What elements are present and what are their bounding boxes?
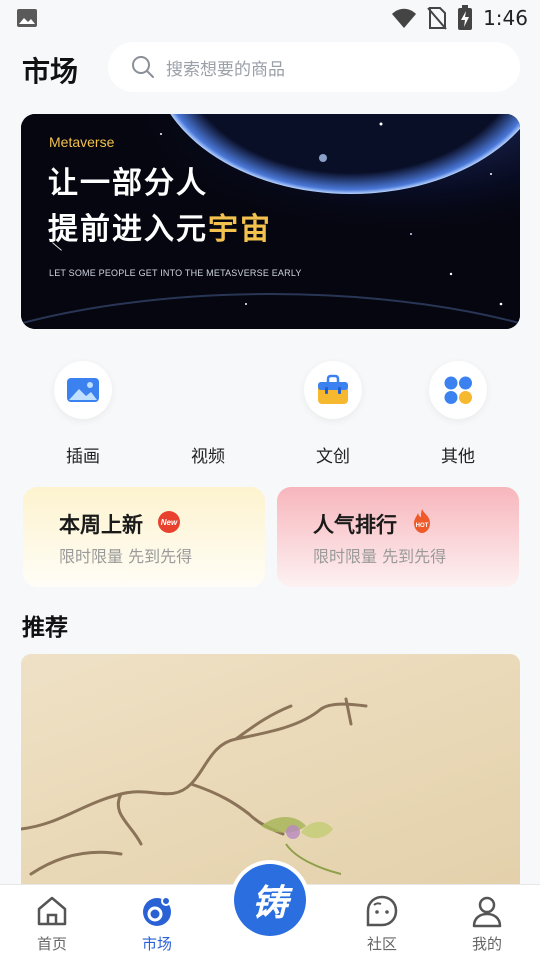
wifi-icon — [392, 8, 417, 28]
battery-charging-icon — [458, 5, 473, 30]
new-this-week-card[interactable]: 本周上新 New 限时限量 先到先得 — [23, 487, 265, 587]
category-icon-circle — [429, 361, 487, 419]
banner-headline-2-text: 提前进入元 — [48, 212, 208, 247]
picture-icon — [67, 378, 99, 402]
market-icon — [143, 896, 171, 926]
banner-headline-2: 提前进入元宇宙 — [48, 204, 272, 248]
new-badge-text: New — [161, 518, 178, 527]
no-sim-icon — [427, 7, 447, 30]
category-other[interactable]: 其他 — [418, 358, 498, 468]
mint-button-label: 铸 — [251, 883, 288, 924]
popularity-ranking-card[interactable]: 人气排行 HOT 限时限量 先到先得 — [277, 487, 519, 587]
search-input[interactable]: 搜索想要的商品 — [166, 55, 285, 80]
category-label: 其他 — [441, 447, 475, 467]
promo-subtitle: 限时限量 先到先得 — [313, 547, 447, 566]
mint-button-circle: 铸 — [234, 864, 306, 936]
promo-banner[interactable]: Metaverse 让一部分人 提前进入元宇宙 LET SOME PEOPLE … — [21, 114, 520, 329]
gallery-notification-icon — [17, 9, 37, 27]
artwork-branch-illustration — [21, 697, 368, 876]
category-label: 文创 — [316, 447, 350, 467]
category-icon-circle — [304, 361, 362, 419]
tab-profile[interactable]: 我的 — [447, 885, 527, 960]
promo-subtitle: 限时限量 先到先得 — [59, 547, 193, 566]
category-creative[interactable]: 文创 — [293, 358, 373, 468]
recommend-section-title: 推荐 — [22, 615, 68, 641]
search-icon — [132, 56, 154, 78]
status-bar: 1:46 — [0, 0, 540, 36]
hot-badge-text: HOT — [416, 523, 429, 529]
new-badge-icon: New — [158, 511, 180, 533]
market-page: 1:46 市场 搜索想要的商品 Metaverse 让一部分人 提前进入元宇宙 … — [0, 0, 540, 960]
header: 市场 搜索想要的商品 — [0, 40, 540, 96]
category-illustration[interactable]: 插画 — [43, 358, 123, 468]
tab-market[interactable]: 市场 — [117, 885, 197, 960]
community-icon — [366, 895, 398, 927]
page-title: 市场 — [22, 55, 79, 88]
home-icon — [37, 896, 67, 926]
search-bar[interactable]: 搜索想要的商品 — [108, 42, 520, 92]
category-label: 视频 — [191, 447, 225, 467]
category-row: 插画 视频 文创 其他 — [0, 358, 540, 468]
promo-title: 本周上新 — [59, 513, 143, 537]
category-label: 插画 — [66, 447, 100, 467]
clock: 1:46 — [483, 6, 528, 30]
hot-flame-icon: HOT — [414, 509, 430, 533]
banner-highlight: 宇宙 — [208, 212, 272, 247]
tab-community[interactable]: 社区 — [342, 885, 422, 960]
tab-home[interactable]: 首页 — [12, 885, 92, 960]
banner-tagline: LET SOME PEOPLE GET INTO THE METASVERSE … — [49, 268, 302, 278]
category-icon-circle — [54, 361, 112, 419]
mint-button[interactable]: 铸 — [230, 860, 310, 940]
category-video[interactable]: 视频 — [168, 358, 248, 468]
banner-headline-1: 让一部分人 — [48, 166, 208, 201]
recommended-artwork-image[interactable] — [21, 654, 520, 894]
tab-label: 社区 — [366, 935, 397, 953]
user-icon — [472, 896, 502, 928]
tab-label: 我的 — [471, 935, 502, 953]
shopping-bag-icon — [318, 374, 348, 404]
tab-label: 市场 — [141, 935, 172, 953]
grid-icon — [444, 376, 472, 404]
banner-subtitle: Metaverse — [49, 134, 115, 150]
promo-title: 人气排行 — [313, 513, 397, 537]
tab-label: 首页 — [36, 935, 67, 953]
